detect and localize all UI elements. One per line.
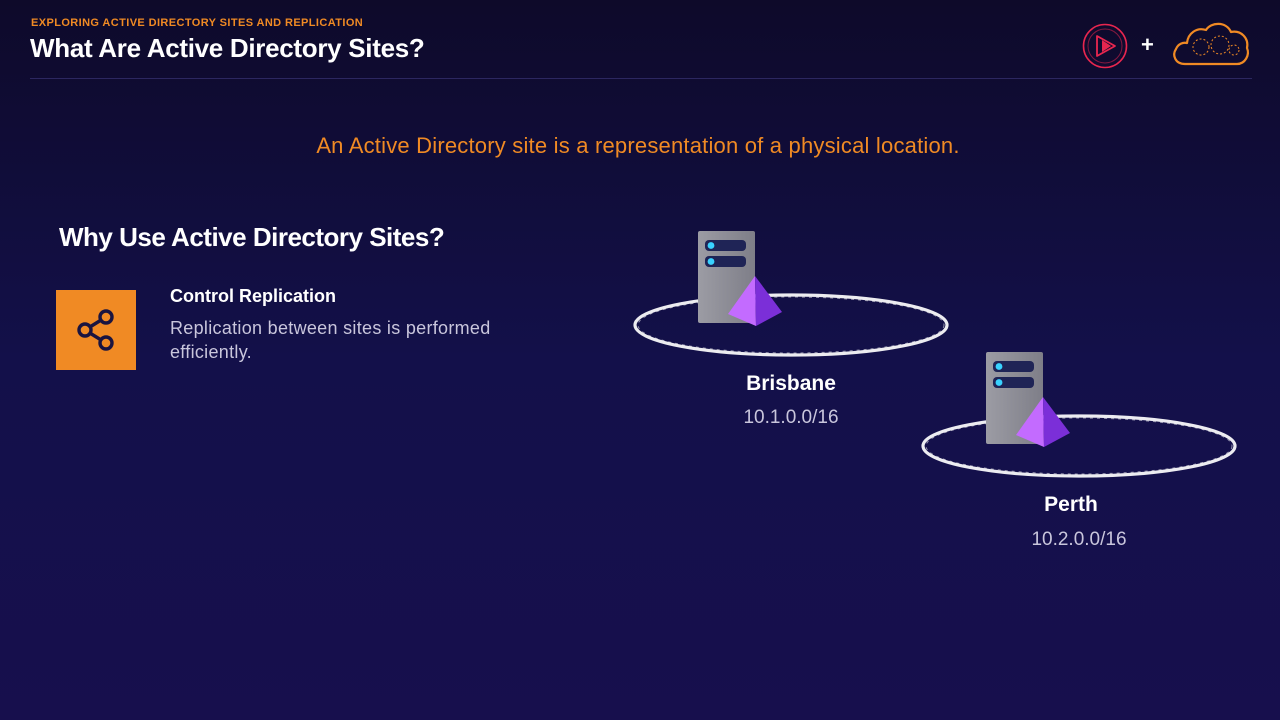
cloud-logo-icon: [1173, 22, 1249, 66]
site-boundary-ring: [921, 414, 1237, 478]
control-replication-description: Replication between sites is performed e…: [170, 318, 491, 362]
site-subnet: 10.1.0.0/16: [743, 407, 839, 428]
plus-sign: +: [1141, 32, 1154, 57]
site-name: Brisbane: [746, 372, 836, 395]
section-eyebrow: EXPLORING ACTIVE DIRECTORY SITES AND REP…: [31, 17, 364, 29]
page-title: What Are Active Directory Sites?: [30, 33, 425, 63]
site-definition: An Active Directory site is a representa…: [316, 133, 960, 158]
brand-logos: +: [1080, 20, 1252, 70]
site-subnet: 10.2.0.0/16: [1031, 529, 1127, 550]
slide-header: EXPLORING ACTIVE DIRECTORY SITES AND REP…: [0, 0, 1280, 80]
site-boundary-ring: [633, 293, 949, 357]
site-brisbane: Brisbane 10.1.0.0/16: [630, 228, 960, 438]
header-divider: [30, 78, 1252, 79]
why-heading: Why Use Active Directory Sites?: [59, 222, 445, 252]
share-icon: [77, 309, 114, 351]
site-perth: Perth 10.2.0.0/16: [918, 349, 1248, 559]
share-icon-tile: [56, 290, 136, 370]
play-logo-icon: [1082, 23, 1128, 69]
ad-pyramid-icon: [1016, 397, 1070, 447]
site-name: Perth: [1044, 493, 1098, 516]
control-replication-title: Control Replication: [170, 286, 336, 306]
ad-pyramid-icon: [728, 276, 782, 326]
